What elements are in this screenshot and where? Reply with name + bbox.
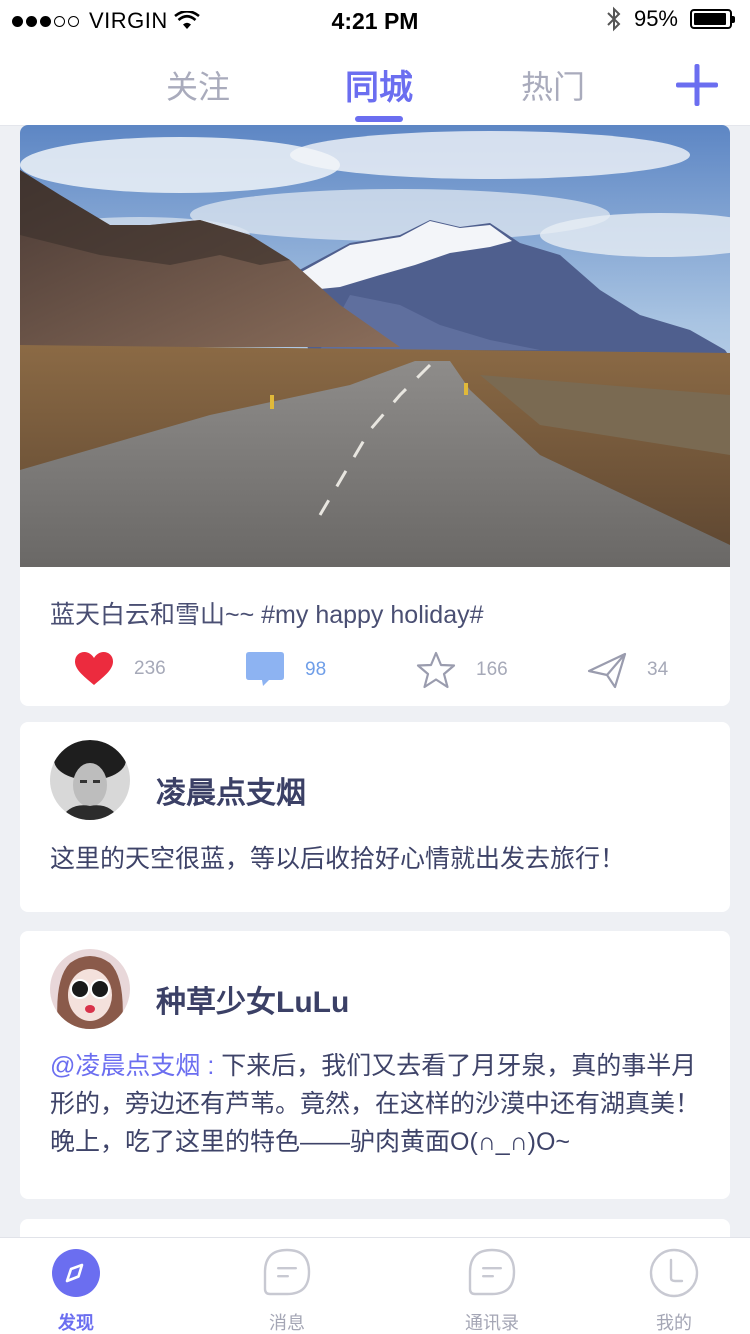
send-icon bbox=[587, 652, 627, 689]
message-icon bbox=[263, 1248, 311, 1296]
post-actions: 236 98 166 34 bbox=[20, 645, 730, 705]
post-photo[interactable] bbox=[20, 125, 730, 567]
top-nav: 关注 同城 热门 bbox=[0, 40, 750, 126]
tab-contacts[interactable]: 通讯录 bbox=[432, 1248, 552, 1334]
username[interactable]: 种草少女LuLu bbox=[156, 977, 349, 1021]
comment-button[interactable]: 98 bbox=[245, 651, 326, 689]
tab-local[interactable]: 同城 bbox=[345, 60, 413, 109]
battery-icon bbox=[690, 9, 735, 29]
bottom-tab-bar: 发现 消息 通讯录 我的 bbox=[0, 1237, 750, 1334]
heart-icon bbox=[75, 652, 113, 685]
text-post-card[interactable]: 种草少女LuLu @凌晨点支烟 : 下来后，我们又去看了月牙泉，真的事半月形的，… bbox=[20, 931, 730, 1199]
tab-label: 通讯录 bbox=[465, 1313, 519, 1333]
tab-label: 消息 bbox=[269, 1313, 305, 1333]
user-mention[interactable]: @凌晨点支烟 : bbox=[50, 1052, 214, 1080]
text-post-card[interactable]: 凌晨点支烟 这里的天空很蓝，等以后收拾好心情就出发去旅行！ bbox=[20, 722, 730, 912]
battery-percent: 95% bbox=[633, 6, 678, 31]
avatar[interactable] bbox=[50, 949, 130, 1029]
like-count: 236 bbox=[134, 658, 166, 679]
post-text: 这里的天空很蓝，等以后收拾好心情就出发去旅行！ bbox=[50, 845, 626, 873]
contacts-icon bbox=[468, 1248, 516, 1296]
tab-hot[interactable]: 热门 bbox=[521, 62, 585, 108]
avatar[interactable] bbox=[50, 740, 130, 820]
battery-level bbox=[694, 13, 727, 25]
tab-label: 我的 bbox=[656, 1313, 692, 1333]
photo-post-card[interactable]: 蓝天白云和雪山~~ #my happy holiday# 236 98 166 bbox=[20, 125, 730, 706]
compass-icon bbox=[52, 1249, 100, 1297]
comment-count: 98 bbox=[305, 659, 327, 680]
post-caption: 蓝天白云和雪山~~ #my happy holiday# bbox=[50, 601, 484, 629]
profile-icon bbox=[649, 1248, 699, 1298]
status-bar: VIRGIN 4:21 PM 95% bbox=[0, 0, 750, 40]
tab-discover[interactable]: 发现 bbox=[16, 1248, 136, 1334]
post-text: @凌晨点支烟 : 下来后，我们又去看了月牙泉，真的事半月形的，旁边还有芦苇。竟然… bbox=[50, 1047, 704, 1161]
favorite-count: 166 bbox=[476, 659, 508, 680]
plus-icon[interactable] bbox=[676, 64, 718, 106]
comment-icon bbox=[246, 652, 284, 686]
tab-label: 发现 bbox=[58, 1313, 94, 1333]
star-icon bbox=[416, 651, 456, 689]
like-button[interactable]: 236 bbox=[74, 651, 166, 687]
bluetooth-icon bbox=[607, 6, 621, 32]
favorite-button[interactable]: 166 bbox=[416, 651, 508, 689]
active-tab-indicator bbox=[355, 116, 403, 122]
share-button[interactable]: 34 bbox=[587, 651, 668, 689]
tab-messages[interactable]: 消息 bbox=[227, 1248, 347, 1334]
share-count: 34 bbox=[647, 659, 669, 680]
tab-profile[interactable]: 我的 bbox=[614, 1248, 734, 1334]
tab-follow[interactable]: 关注 bbox=[166, 62, 230, 108]
username[interactable]: 凌晨点支烟 bbox=[156, 768, 306, 812]
